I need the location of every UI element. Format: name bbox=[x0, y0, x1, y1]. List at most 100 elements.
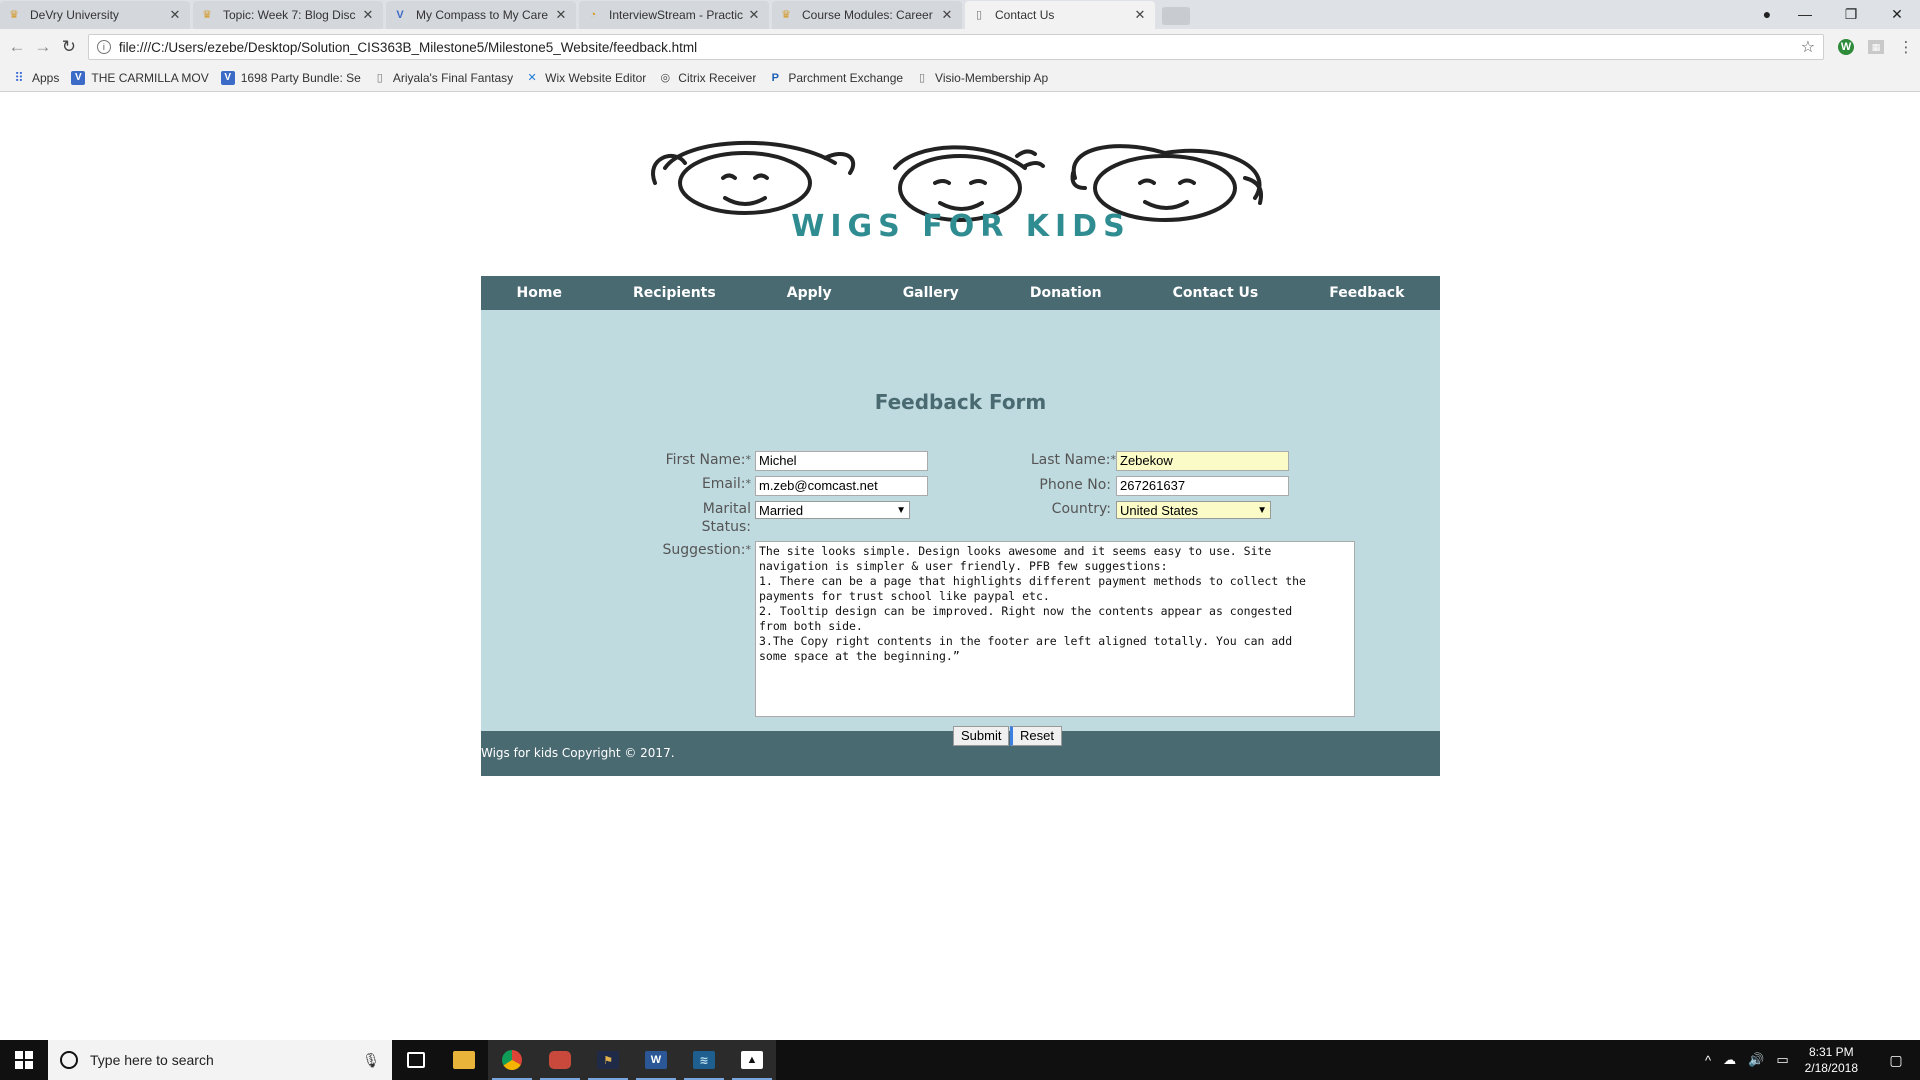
app-icon: ⚑ bbox=[597, 1051, 619, 1069]
taskbar-app-blue[interactable]: ≋ bbox=[680, 1040, 728, 1080]
windows-taskbar: Type here to search 🎙 ⚑ W ≋ ▲ ^ ☁ 🔊 ▭ 8:… bbox=[0, 1040, 1920, 1080]
browser-tab-strip: ♛ DeVry University ✕ ♛ Topic: Week 7: Bl… bbox=[0, 0, 1920, 29]
taskbar-clock[interactable]: 8:31 PM 2/18/2018 bbox=[1805, 1044, 1858, 1076]
bookmark-ariyala[interactable]: ▯ Ariyala's Final Fantasy bbox=[373, 71, 513, 85]
info-icon[interactable]: i bbox=[96, 40, 111, 54]
interviewstream-favicon-icon: ◔ bbox=[589, 9, 597, 21]
browser-tab-contact-us[interactable]: ▯ Contact Us ✕ bbox=[965, 1, 1155, 29]
extension-icon[interactable]: ▦ bbox=[1868, 40, 1885, 54]
nav-contact-us[interactable]: Contact Us bbox=[1173, 285, 1259, 301]
bookmark-wix[interactable]: ✕ Wix Website Editor bbox=[525, 71, 647, 85]
close-window-icon[interactable]: ✕ bbox=[1874, 6, 1920, 23]
marital-status-select[interactable]: Married ▼ bbox=[755, 501, 910, 519]
dropdown-arrow-icon: ▼ bbox=[1257, 504, 1267, 516]
back-arrow-icon[interactable]: ← bbox=[4, 37, 30, 57]
tab-title: InterviewStream - Practic bbox=[609, 8, 744, 22]
submit-button[interactable]: Submit bbox=[953, 726, 1010, 746]
tab-close-icon[interactable]: ✕ bbox=[940, 7, 954, 23]
chrome-menu-icon[interactable]: ⋮ bbox=[1892, 38, 1920, 56]
nav-donation[interactable]: Donation bbox=[1030, 285, 1102, 301]
photos-icon: ▲ bbox=[741, 1051, 763, 1069]
nav-recipients[interactable]: Recipients bbox=[633, 285, 716, 301]
parchment-icon: P bbox=[771, 72, 779, 84]
email-label: Email:* bbox=[701, 476, 752, 492]
minimize-icon[interactable]: — bbox=[1782, 6, 1828, 22]
windows-logo-icon bbox=[15, 1051, 33, 1069]
address-bar[interactable]: i file:///C:/Users/ezebe/Desktop/Solutio… bbox=[87, 34, 1825, 60]
tab-close-icon[interactable]: ✕ bbox=[361, 7, 375, 23]
bookmark-carmilla[interactable]: V THE CARMILLA MOV bbox=[71, 71, 209, 85]
browser-tab-interviewstream[interactable]: ◔ InterviewStream - Practic ✕ bbox=[579, 1, 769, 29]
email-input[interactable]: m.zeb@comcast.net bbox=[755, 476, 928, 496]
browser-tab-devry[interactable]: ♛ DeVry University ✕ bbox=[0, 1, 190, 29]
reset-button[interactable]: Reset bbox=[1010, 726, 1062, 746]
browser-tab-topic[interactable]: ♛ Topic: Week 7: Blog Disc ✕ bbox=[193, 1, 383, 29]
required-mark: * bbox=[745, 477, 752, 490]
taskbar-photos[interactable]: ▲ bbox=[728, 1040, 776, 1080]
task-view-icon bbox=[407, 1052, 425, 1068]
site-logo: WIGS FOR KIDS bbox=[651, 140, 1263, 240]
network-icon[interactable]: ▭ bbox=[1776, 1052, 1788, 1068]
bookmark-parchment[interactable]: P Parchment Exchange bbox=[768, 71, 903, 85]
app-icon bbox=[549, 1051, 571, 1069]
task-view-button[interactable] bbox=[392, 1040, 440, 1080]
onedrive-icon[interactable]: ☁ bbox=[1723, 1052, 1736, 1068]
forward-arrow-icon[interactable]: → bbox=[30, 37, 56, 57]
devry-favicon-icon: ♛ bbox=[9, 9, 19, 21]
last-name-input[interactable]: Zebekow bbox=[1116, 451, 1289, 471]
devry-favicon-icon: ♛ bbox=[781, 9, 791, 21]
tab-close-icon[interactable]: ✕ bbox=[747, 7, 761, 23]
restore-icon[interactable]: ❐ bbox=[1828, 6, 1874, 23]
taskbar-app-red[interactable] bbox=[536, 1040, 584, 1080]
taskbar-chrome[interactable] bbox=[488, 1040, 536, 1080]
phone-input[interactable]: 267261637 bbox=[1116, 476, 1289, 496]
taskbar-file-explorer[interactable] bbox=[440, 1040, 488, 1080]
notification-icon[interactable]: ▢ bbox=[1878, 1052, 1914, 1069]
bookmark-party-bundle[interactable]: V 1698 Party Bundle: Se bbox=[220, 71, 361, 85]
tab-close-icon[interactable]: ✕ bbox=[1133, 7, 1147, 23]
bookmark-citrix[interactable]: ◎ Citrix Receiver bbox=[658, 71, 756, 85]
dropdown-arrow-icon: ▼ bbox=[896, 504, 906, 516]
bookmark-visio[interactable]: ▯ Visio-Membership Ap bbox=[915, 71, 1048, 85]
nav-home[interactable]: Home bbox=[517, 285, 562, 301]
reload-icon[interactable]: ↻ bbox=[56, 37, 82, 57]
search-circle-icon bbox=[60, 1051, 78, 1069]
tab-close-icon[interactable]: ✕ bbox=[168, 7, 182, 23]
required-mark: * bbox=[745, 453, 752, 466]
country-label: Country: bbox=[1051, 501, 1111, 517]
browser-tab-compass[interactable]: V My Compass to My Care ✕ bbox=[386, 1, 576, 29]
window-controls: ● — ❐ ✕ bbox=[1752, 0, 1920, 28]
logo-text: WIGS FOR KIDS bbox=[791, 209, 1130, 240]
taskbar-word[interactable]: W bbox=[632, 1040, 680, 1080]
microphone-icon[interactable]: 🎙 bbox=[362, 1052, 380, 1069]
citrix-icon: ◎ bbox=[660, 72, 671, 84]
w-extension-icon[interactable]: W bbox=[1838, 39, 1855, 55]
start-button[interactable] bbox=[0, 1040, 48, 1080]
country-select[interactable]: United States ▼ bbox=[1116, 501, 1271, 519]
tab-title: DeVry University bbox=[30, 8, 119, 22]
file-explorer-icon bbox=[453, 1051, 475, 1069]
nav-apply[interactable]: Apply bbox=[787, 285, 832, 301]
bookmark-apps[interactable]: ⠿ Apps bbox=[12, 71, 59, 86]
chevron-up-icon[interactable]: ^ bbox=[1705, 1053, 1711, 1068]
url-text[interactable]: file:///C:/Users/ezebe/Desktop/Solution_… bbox=[119, 40, 1801, 55]
nav-gallery[interactable]: Gallery bbox=[903, 285, 959, 301]
first-name-input[interactable]: Michel bbox=[755, 451, 928, 471]
taskbar-search[interactable]: Type here to search 🎙 bbox=[48, 1040, 392, 1080]
devry-favicon-icon: ♛ bbox=[202, 9, 212, 21]
nav-feedback[interactable]: Feedback bbox=[1329, 285, 1404, 301]
app-icon: ≋ bbox=[693, 1051, 715, 1069]
document-icon: ▯ bbox=[376, 72, 383, 84]
suggestion-textarea[interactable]: The site looks simple. Design looks awes… bbox=[755, 541, 1355, 717]
profile-icon[interactable]: ● bbox=[1752, 6, 1782, 22]
new-tab-button[interactable] bbox=[1162, 7, 1190, 25]
tab-title: Topic: Week 7: Blog Disc bbox=[223, 8, 356, 22]
taskbar-app-gold[interactable]: ⚑ bbox=[584, 1040, 632, 1080]
tab-close-icon[interactable]: ✕ bbox=[554, 7, 568, 23]
required-mark: * bbox=[745, 543, 752, 556]
chrome-icon bbox=[502, 1050, 522, 1070]
volume-icon[interactable]: 🔊 bbox=[1748, 1052, 1764, 1068]
bookmark-star-icon[interactable]: ☆ bbox=[1801, 37, 1815, 57]
tab-title: Contact Us bbox=[995, 8, 1055, 22]
browser-tab-course-modules[interactable]: ♛ Course Modules: Career ✕ bbox=[772, 1, 962, 29]
